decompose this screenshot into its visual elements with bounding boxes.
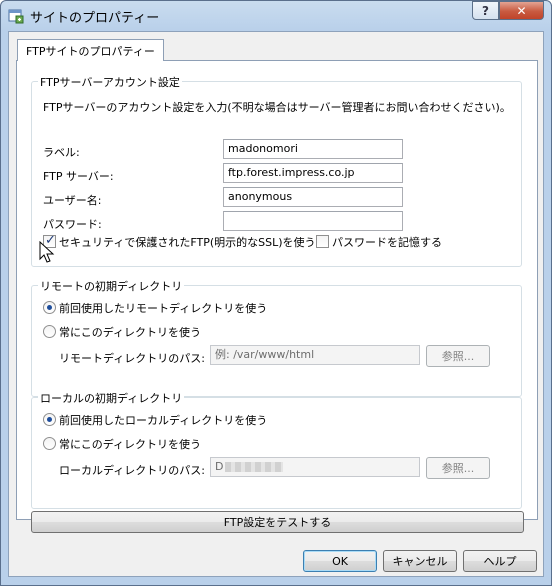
account-group: FTPサーバーアカウント設定 FTPサーバーのアカウント設定を入力(不明な場合は… <box>31 74 522 267</box>
local-path-label: ローカルディレクトリのパス: <box>59 464 205 477</box>
local-fixed-radio[interactable] <box>43 437 56 450</box>
username-label: ユーザー名: <box>43 194 102 207</box>
remote-browse-button[interactable]: 参照... <box>426 345 490 367</box>
local-browse-button[interactable]: 参照... <box>426 457 490 479</box>
local-legend: ローカルの初期ディレクトリ <box>38 390 185 406</box>
remote-path-label: リモートディレクトリのパス: <box>59 352 205 365</box>
close-button[interactable]: ✕ <box>499 1 544 20</box>
account-description: FTPサーバーのアカウント設定を入力(不明な場合はサーバー管理者にお問い合わせく… <box>43 101 511 114</box>
local-path-field[interactable]: D <box>210 457 420 477</box>
properties-dialog: サイトのプロパティー ? ✕ FTPサイトのプロパティー FTPサーバーアカウン… <box>0 0 552 586</box>
cancel-button[interactable]: キャンセル <box>383 550 457 572</box>
password-label: パスワード: <box>43 218 102 231</box>
radio-selected-dot <box>47 417 52 422</box>
ssl-label[interactable]: セキュリティで保護されたFTP(明示的なSSL)を使う <box>59 234 316 250</box>
local-directory-group: ローカルの初期ディレクトリ 前回使用したローカルディレクトリを使う 常にこのディ… <box>31 390 522 509</box>
account-legend: FTPサーバーアカウント設定 <box>38 74 182 90</box>
username-field[interactable]: anonymous <box>223 187 403 207</box>
test-ftp-button[interactable]: FTP設定をテストする <box>31 511 524 533</box>
radio-selected-dot <box>47 305 52 310</box>
cancel-label: キャンセル <box>392 555 448 568</box>
local-path-value: D <box>215 460 224 473</box>
tab-label: FTPサイトのプロパティー <box>26 44 155 58</box>
test-ftp-label: FTP設定をテストする <box>223 516 332 529</box>
password-field[interactable] <box>223 211 403 231</box>
server-label: FTP サーバー: <box>43 170 114 183</box>
local-browse-label: 参照... <box>441 462 475 475</box>
help-glyph: ? <box>482 3 489 18</box>
remote-path-field[interactable]: 例: /var/www/html <box>210 345 420 365</box>
window-title: サイトのプロパティー <box>30 11 160 26</box>
local-last-label[interactable]: 前回使用したローカルディレクトリを使う <box>59 412 267 428</box>
remote-browse-label: 参照... <box>441 350 475 363</box>
mouse-pointer-icon <box>39 241 55 263</box>
label-field[interactable]: madonomori <box>223 139 403 159</box>
help-button[interactable]: ヘルプ <box>463 550 537 572</box>
remote-directory-group: リモートの初期ディレクトリ 前回使用したリモートディレクトリを使う 常にこのディ… <box>31 278 522 397</box>
ok-button[interactable]: OK <box>303 550 377 572</box>
redacted-path <box>225 462 284 472</box>
server-field[interactable]: ftp.forest.impress.co.jp <box>223 163 403 183</box>
dialog-client: FTPサイトのプロパティー FTPサーバーアカウント設定 FTPサーバーのアカウ… <box>8 31 544 577</box>
help-label: ヘルプ <box>483 555 517 568</box>
remember-password-label[interactable]: パスワードを記憶する <box>332 234 442 250</box>
title-help-button[interactable]: ? <box>472 1 499 20</box>
close-icon: ✕ <box>516 3 527 18</box>
remote-fixed-radio[interactable] <box>43 325 56 338</box>
local-last-radio[interactable] <box>43 413 56 426</box>
remote-last-label[interactable]: 前回使用したリモートディレクトリを使う <box>59 300 267 316</box>
tab-panel: FTPサーバーアカウント設定 FTPサーバーのアカウント設定を入力(不明な場合は… <box>16 60 538 520</box>
title-bar[interactable]: サイトのプロパティー ? ✕ <box>1 1 551 31</box>
remote-last-radio[interactable] <box>43 301 56 314</box>
local-fixed-label[interactable]: 常にこのディレクトリを使う <box>59 436 201 452</box>
remember-password-checkbox[interactable] <box>316 235 329 248</box>
tab-ftp-site-properties[interactable]: FTPサイトのプロパティー <box>17 39 164 61</box>
remote-fixed-label[interactable]: 常にこのディレクトリを使う <box>59 324 201 340</box>
site-properties-icon <box>8 9 24 24</box>
remote-legend: リモートの初期ディレクトリ <box>38 278 185 294</box>
ok-label: OK <box>332 554 348 568</box>
label-label: ラベル: <box>43 146 80 159</box>
